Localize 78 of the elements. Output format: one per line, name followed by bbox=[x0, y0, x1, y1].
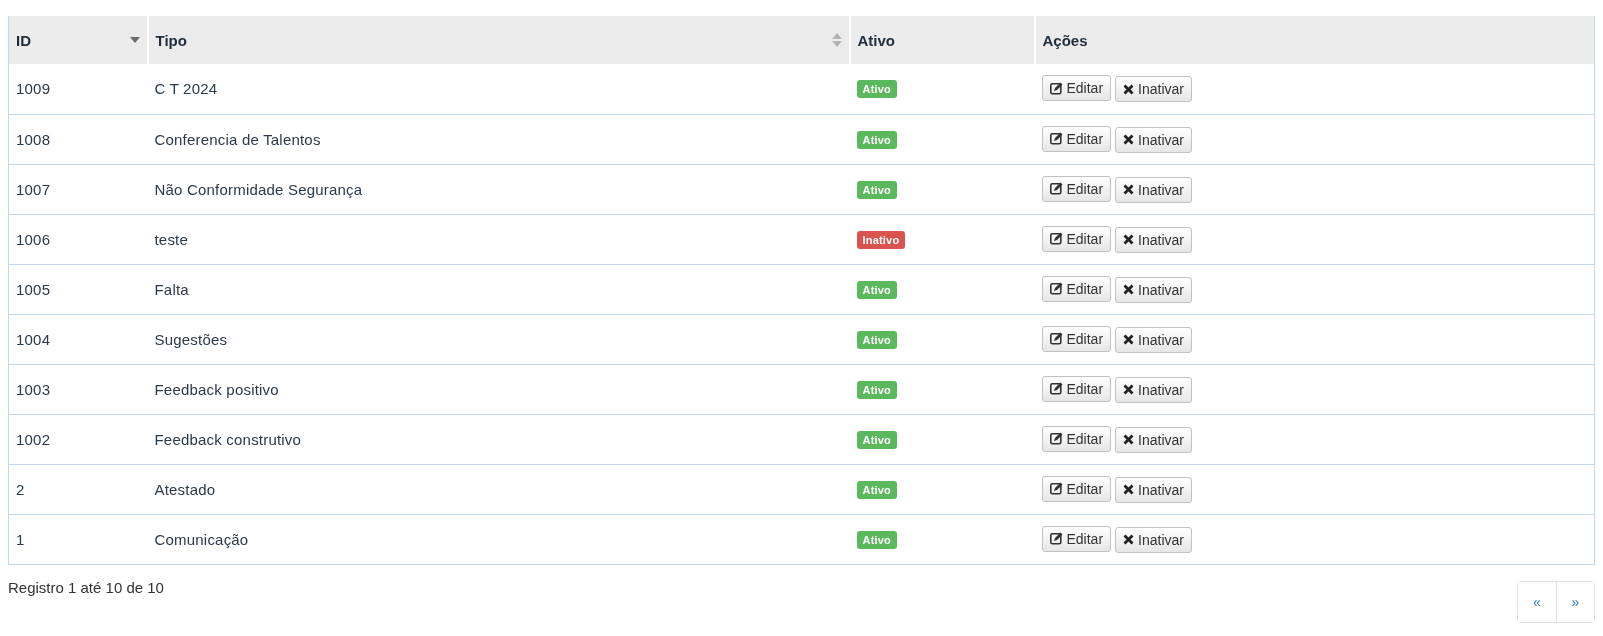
table-cell: Sugestões bbox=[147, 314, 850, 364]
edit-button[interactable]: Editar bbox=[1041, 125, 1112, 152]
deactivate-button[interactable]: Inativar bbox=[1115, 226, 1192, 253]
table-cell: Não Conformidade Segurança bbox=[147, 164, 850, 214]
next-page-button[interactable]: » bbox=[1556, 581, 1594, 622]
edit-icon bbox=[1049, 482, 1063, 495]
edit-button[interactable]: Editar bbox=[1041, 225, 1112, 252]
close-icon bbox=[1123, 484, 1135, 495]
status-badge: Ativo bbox=[856, 130, 897, 149]
edit-icon bbox=[1049, 332, 1063, 345]
table-cell: 1003 bbox=[8, 364, 148, 414]
deactivate-button[interactable]: Inativar bbox=[1115, 326, 1192, 353]
edit-button[interactable]: Editar bbox=[1041, 325, 1112, 352]
edit-button[interactable]: Editar bbox=[1041, 475, 1112, 502]
status-badge: Ativo bbox=[856, 530, 897, 549]
edit-icon bbox=[1049, 182, 1063, 195]
deactivate-button[interactable]: Inativar bbox=[1115, 76, 1192, 103]
edit-button[interactable]: Editar bbox=[1041, 525, 1112, 552]
edit-icon bbox=[1049, 382, 1063, 395]
sort-descending-icon bbox=[129, 37, 140, 43]
deactivate-button[interactable]: Inativar bbox=[1115, 426, 1192, 453]
close-icon bbox=[1123, 83, 1135, 95]
deactivate-button[interactable]: Inativar bbox=[1115, 476, 1192, 503]
table-cell: 1004 bbox=[8, 314, 148, 364]
edit-icon bbox=[1049, 432, 1063, 445]
status-badge: Ativo bbox=[856, 330, 897, 349]
edit-button[interactable]: Editar bbox=[1041, 425, 1112, 452]
close-icon bbox=[1123, 384, 1135, 395]
table-cell: Falta bbox=[147, 264, 850, 314]
records-info: Registro 1 até 10 de 10 bbox=[8, 578, 164, 596]
deactivate-button[interactable]: Inativar bbox=[1115, 376, 1192, 403]
edit-button[interactable]: Editar bbox=[1041, 375, 1112, 402]
table-cell: 1006 bbox=[8, 214, 148, 264]
table-cell: 1007 bbox=[8, 164, 148, 214]
close-icon bbox=[1123, 334, 1135, 345]
edit-icon bbox=[1049, 532, 1063, 545]
table-cell: 1 bbox=[8, 514, 148, 564]
edit-icon bbox=[1049, 232, 1063, 245]
table-cell: 1008 bbox=[8, 114, 148, 164]
table-cell: Feedback construtivo bbox=[147, 414, 850, 464]
status-badge: Ativo bbox=[856, 280, 897, 299]
status-badge: Ativo bbox=[856, 480, 897, 499]
deactivate-button[interactable]: Inativar bbox=[1115, 176, 1192, 203]
table-cell: 2 bbox=[8, 464, 148, 514]
status-badge: Inativo bbox=[856, 230, 906, 249]
close-icon bbox=[1123, 284, 1135, 295]
column-header[interactable]: ID bbox=[8, 16, 148, 64]
edit-icon bbox=[1049, 132, 1063, 145]
column-header[interactable]: Tipo bbox=[147, 16, 850, 64]
table-cell: 1005 bbox=[8, 264, 148, 314]
column-header: Ações bbox=[1034, 16, 1595, 64]
status-badge: Ativo bbox=[856, 380, 897, 399]
deactivate-button[interactable]: Inativar bbox=[1115, 526, 1192, 553]
table-cell: teste bbox=[147, 214, 850, 264]
table-cell: 1002 bbox=[8, 414, 148, 464]
table-cell: Conferencia de Talentos bbox=[147, 114, 850, 164]
edit-button[interactable]: Editar bbox=[1041, 75, 1112, 102]
table-cell: Comunicação bbox=[147, 514, 850, 564]
deactivate-button[interactable]: Inativar bbox=[1115, 276, 1192, 303]
deactivate-button[interactable]: Inativar bbox=[1115, 126, 1192, 153]
close-icon bbox=[1123, 534, 1135, 545]
table-cell: C T 2024 bbox=[147, 64, 850, 114]
status-badge: Ativo bbox=[856, 80, 897, 99]
column-header: Ativo bbox=[849, 16, 1035, 64]
table-cell: Feedback positivo bbox=[147, 364, 850, 414]
table-cell: Atestado bbox=[147, 464, 850, 514]
status-badge: Ativo bbox=[856, 430, 897, 449]
edit-button[interactable]: Editar bbox=[1041, 275, 1112, 302]
close-icon bbox=[1123, 184, 1135, 195]
close-icon bbox=[1123, 434, 1135, 445]
table-cell: 1009 bbox=[8, 64, 148, 114]
edit-button[interactable]: Editar bbox=[1041, 175, 1112, 202]
edit-icon bbox=[1049, 282, 1063, 295]
close-icon bbox=[1123, 134, 1135, 145]
status-badge: Ativo bbox=[856, 180, 897, 199]
close-icon bbox=[1123, 234, 1135, 245]
sort-icon bbox=[831, 33, 842, 47]
edit-icon bbox=[1049, 81, 1063, 95]
